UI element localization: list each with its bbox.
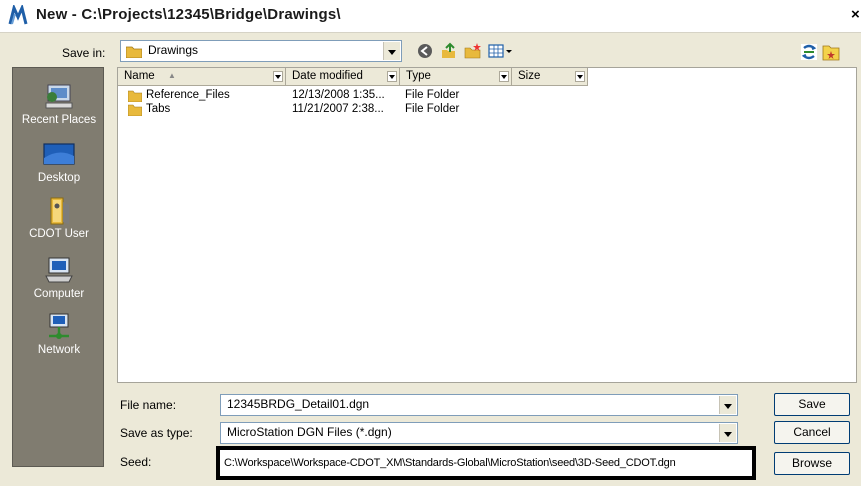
- new-file-dialog: New - C:\Projects\12345\Bridge\Drawings\…: [0, 0, 861, 486]
- save-as-type-dropdown[interactable]: MicroStation DGN Files (*.dgn): [220, 422, 738, 444]
- seed-label: Seed:: [120, 455, 152, 469]
- folder-icon: [126, 46, 142, 58]
- computer-icon: [45, 257, 73, 283]
- save-as-type-value: MicroStation DGN Files (*.dgn): [227, 425, 392, 439]
- column-label: Type: [406, 70, 431, 82]
- place-desktop[interactable]: Desktop: [13, 140, 105, 184]
- recent-places-icon: [45, 84, 73, 109]
- file-type: File Folder: [405, 103, 460, 115]
- file-name-label: File name:: [120, 398, 177, 412]
- title-bar[interactable]: New - C:\Projects\12345\Bridge\Drawings\…: [0, 0, 861, 33]
- table-row[interactable]: Reference_Files 12/13/2008 1:35... File …: [128, 89, 568, 103]
- column-label: Name: [124, 70, 155, 82]
- folder-icon: [128, 90, 142, 102]
- file-date: 11/21/2007 2:38...: [292, 103, 384, 115]
- cancel-button[interactable]: Cancel: [774, 421, 850, 444]
- file-name-value: 12345BRDG_Detail01.dgn: [227, 397, 370, 411]
- refresh-icon[interactable]: [800, 43, 818, 61]
- seed-value: C:\Workspace\Workspace-CDOT_XM\Standards…: [224, 457, 676, 469]
- back-icon[interactable]: [416, 42, 434, 60]
- column-header-size[interactable]: Size: [512, 68, 588, 86]
- file-type: File Folder: [405, 89, 460, 101]
- place-network[interactable]: Network: [13, 312, 105, 356]
- file-date: 12/13/2008 1:35...: [292, 89, 385, 101]
- table-row[interactable]: Tabs 11/21/2007 2:38... File Folder: [128, 103, 568, 117]
- column-header-date-modified[interactable]: Date modified: [286, 68, 400, 86]
- views-menu-icon[interactable]: [488, 42, 514, 60]
- place-label: Network: [37, 344, 81, 356]
- chevron-down-icon[interactable]: [575, 71, 585, 82]
- save-in-dropdown[interactable]: Drawings: [120, 40, 402, 62]
- place-computer[interactable]: Computer: [13, 256, 105, 300]
- save-button[interactable]: Save: [774, 393, 850, 416]
- user-folder-icon: [50, 197, 69, 225]
- folder-icon: [128, 104, 142, 116]
- file-name: Tabs: [146, 103, 171, 115]
- file-list[interactable]: Name ▲ Date modified Type Size Reference…: [117, 67, 857, 383]
- column-label: Size: [518, 70, 541, 82]
- seed-field[interactable]: C:\Workspace\Workspace-CDOT_XM\Standards…: [216, 446, 756, 480]
- microstation-icon: [8, 5, 28, 25]
- sort-arrow-icon: ▲: [168, 71, 176, 80]
- save-in-label: Save in:: [62, 46, 106, 60]
- chevron-down-icon[interactable]: [383, 42, 400, 60]
- save-in-value: Drawings: [148, 43, 199, 57]
- network-icon: [49, 313, 69, 339]
- file-name-input[interactable]: 12345BRDG_Detail01.dgn: [220, 394, 738, 416]
- column-header-name[interactable]: Name ▲: [118, 68, 286, 86]
- place-recent-places[interactable]: Recent Places: [13, 82, 105, 126]
- close-icon[interactable]: ×: [851, 6, 860, 23]
- chevron-down-icon[interactable]: [719, 424, 736, 442]
- chevron-down-icon[interactable]: [273, 71, 283, 82]
- place-label: Computer: [33, 288, 85, 300]
- chevron-down-icon[interactable]: [387, 71, 397, 82]
- chevron-down-icon[interactable]: [499, 71, 509, 82]
- list-empty-area: [287, 88, 856, 382]
- place-label: Recent Places: [21, 114, 97, 126]
- browse-button[interactable]: Browse: [774, 452, 850, 475]
- save-as-type-label: Save as type:: [120, 426, 193, 440]
- desktop-icon: [43, 143, 75, 165]
- place-cdot-user[interactable]: CDOT User: [13, 196, 105, 240]
- list-background: [118, 88, 287, 382]
- file-name: Reference_Files: [146, 89, 230, 101]
- favorites-folder-icon[interactable]: [822, 43, 840, 61]
- window-title: New - C:\Projects\12345\Bridge\Drawings\: [36, 6, 341, 23]
- up-folder-icon[interactable]: [440, 42, 458, 60]
- place-label: Desktop: [37, 172, 81, 184]
- places-bar: Recent Places Desktop CDOT User Computer…: [12, 67, 104, 467]
- place-label: CDOT User: [29, 228, 89, 240]
- column-label: Date modified: [292, 70, 363, 82]
- chevron-down-icon[interactable]: [719, 396, 736, 414]
- column-header-type[interactable]: Type: [400, 68, 512, 86]
- new-folder-icon[interactable]: [464, 42, 482, 60]
